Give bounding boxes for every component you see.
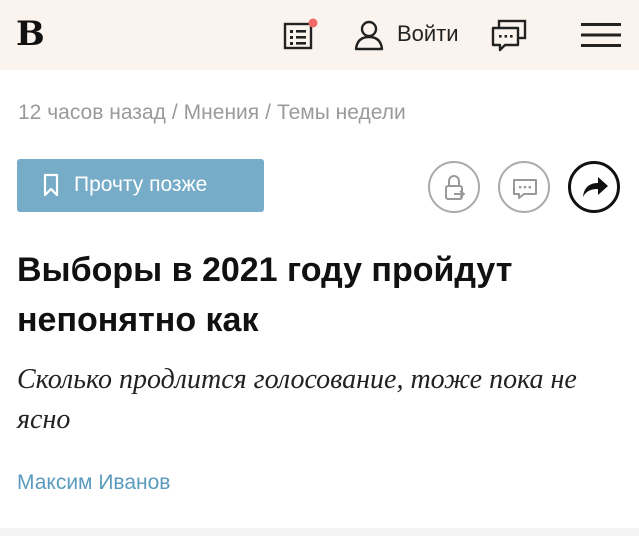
article-headline: Выборы в 2021 году пройдут непонятно как [17, 251, 513, 339]
breadcrumb-separator: / [265, 101, 271, 124]
notification-dot [308, 18, 318, 28]
chat-icon[interactable] [490, 18, 528, 52]
login-link[interactable]: Войти [397, 20, 459, 48]
article-author[interactable]: Максим Иванов [17, 469, 170, 497]
bookmark-icon [43, 173, 59, 197]
news-feed-icon[interactable] [282, 18, 318, 52]
menu-icon[interactable] [580, 22, 622, 48]
article-subtitle: Сколько продлится голосование, тоже пока… [17, 364, 577, 435]
share-button[interactable] [568, 161, 620, 213]
user-icon[interactable] [352, 18, 388, 52]
share-lock-button[interactable] [428, 161, 480, 213]
read-later-label: Прочту позже [74, 173, 208, 196]
share-lock-icon [445, 175, 465, 200]
divider [0, 528, 639, 536]
breadcrumb-section[interactable]: Мнения [184, 101, 259, 124]
comments-icon [513, 179, 537, 199]
read-later-button[interactable]: Прочту позже [17, 159, 264, 212]
site-logo[interactable]: В [16, 14, 45, 54]
comments-button[interactable] [498, 161, 550, 213]
breadcrumb: 12 часов назад / Мнения / Темы недели [18, 99, 406, 127]
breadcrumb-time: 12 часов назад [18, 101, 166, 124]
breadcrumb-subsection[interactable]: Темы недели [277, 101, 406, 124]
share-arrow-icon [583, 177, 608, 197]
site-header: В Войти [0, 0, 639, 70]
breadcrumb-separator: / [171, 101, 178, 124]
